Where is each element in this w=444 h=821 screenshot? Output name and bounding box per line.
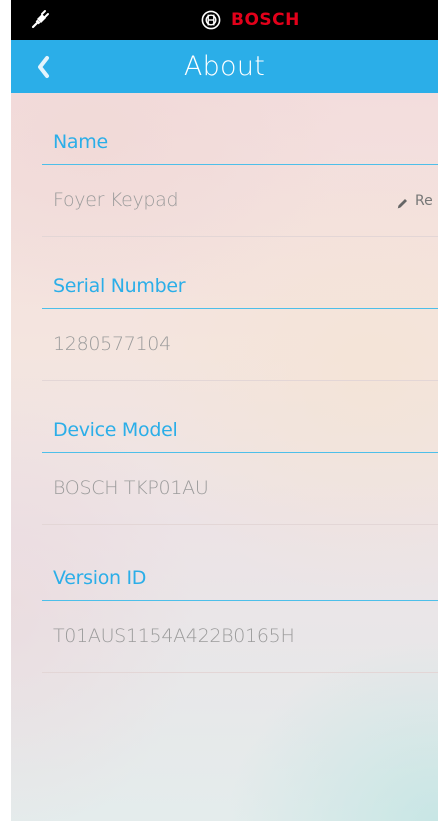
serial-number-row: 1280577104 bbox=[11, 309, 438, 381]
rename-button[interactable]: Re bbox=[396, 191, 433, 211]
serial-number-section-header: Serial Number bbox=[11, 237, 438, 309]
name-section-header: Name bbox=[11, 93, 438, 165]
bosch-logo-icon bbox=[201, 10, 221, 30]
version-id-row: T01AUS1154A422B0165H bbox=[11, 601, 438, 673]
divider bbox=[42, 672, 438, 673]
header-bar: About bbox=[11, 40, 438, 93]
chevron-left-icon bbox=[38, 56, 49, 78]
device-model-value: BOSCH TKP01AU bbox=[53, 477, 209, 499]
divider bbox=[42, 524, 438, 525]
back-button[interactable] bbox=[33, 50, 63, 84]
device-model-row: BOSCH TKP01AU bbox=[11, 453, 438, 525]
device-model-section-header: Device Model bbox=[11, 381, 438, 453]
brand-name: BOSCH bbox=[231, 10, 300, 30]
plug-icon bbox=[29, 8, 51, 30]
name-label: Name bbox=[53, 131, 108, 153]
page-title: About bbox=[183, 51, 266, 82]
version-id-section-header: Version ID bbox=[11, 529, 438, 601]
app-screen: BOSCH About Name Foyer Keypad Re Serial … bbox=[11, 0, 438, 821]
version-id-value: T01AUS1154A422B0165H bbox=[53, 625, 295, 647]
status-bar: BOSCH bbox=[11, 0, 438, 40]
name-row: Foyer Keypad Re bbox=[11, 165, 438, 237]
brand: BOSCH bbox=[201, 6, 300, 34]
version-id-label: Version ID bbox=[53, 567, 147, 589]
serial-number-label: Serial Number bbox=[53, 275, 186, 297]
rename-label: Re bbox=[415, 193, 433, 209]
pencil-icon bbox=[396, 195, 409, 208]
name-value: Foyer Keypad bbox=[53, 189, 179, 211]
device-model-label: Device Model bbox=[53, 419, 178, 441]
serial-number-value: 1280577104 bbox=[53, 333, 171, 355]
about-content: Name Foyer Keypad Re Serial Number 12805… bbox=[11, 93, 438, 821]
